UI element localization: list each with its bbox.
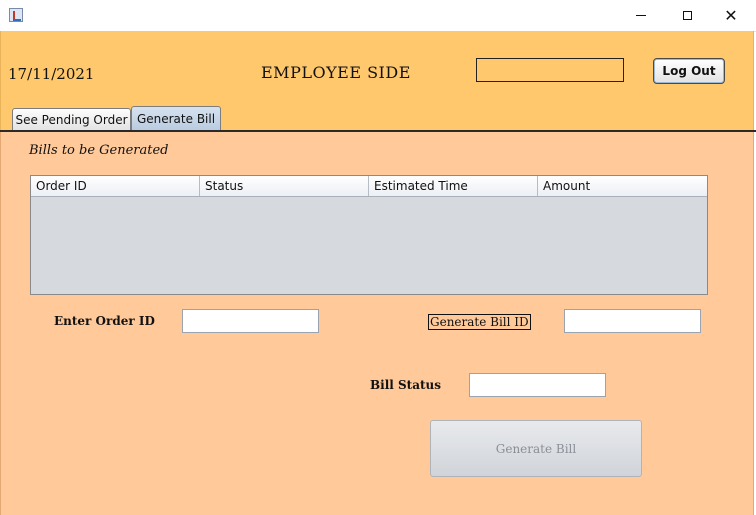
generate-bill-id-label: Generate Bill ID <box>428 314 531 330</box>
column-header-status[interactable]: Status <box>200 176 369 196</box>
close-button[interactable]: ✕ <box>708 0 754 31</box>
minimize-icon <box>636 15 646 16</box>
column-header-order-id[interactable]: Order ID <box>31 176 200 196</box>
maximize-icon <box>682 11 692 20</box>
table-header: Order ID Status Estimated Time Amount <box>31 176 707 197</box>
order-id-input[interactable] <box>182 309 319 333</box>
java-app-icon <box>9 8 23 22</box>
section-title: Bills to be Generated <box>29 143 169 158</box>
tab-see-pending-order[interactable]: See Pending Order <box>12 108 131 130</box>
close-icon: ✕ <box>724 5 738 25</box>
header-text-field[interactable] <box>476 58 624 82</box>
minimize-button[interactable] <box>618 0 664 31</box>
column-header-estimated-time[interactable]: Estimated Time <box>369 176 538 196</box>
logout-button[interactable]: Log Out <box>653 58 725 84</box>
maximize-button[interactable] <box>664 0 710 31</box>
bills-table[interactable]: Order ID Status Estimated Time Amount <box>30 175 708 295</box>
generate-bill-id-input[interactable] <box>564 309 701 333</box>
bill-status-input[interactable] <box>469 373 606 397</box>
tab-generate-bill[interactable]: Generate Bill <box>131 106 221 131</box>
generate-bill-button[interactable]: Generate Bill <box>430 420 642 477</box>
date-label: 17/11/2021 <box>8 65 95 83</box>
order-id-label: Enter Order ID <box>54 314 155 328</box>
bill-status-label: Bill Status <box>370 378 442 392</box>
column-header-amount[interactable]: Amount <box>538 176 707 196</box>
window-titlebar: ✕ <box>0 0 756 32</box>
page-title: EMPLOYEE SIDE <box>261 63 411 82</box>
